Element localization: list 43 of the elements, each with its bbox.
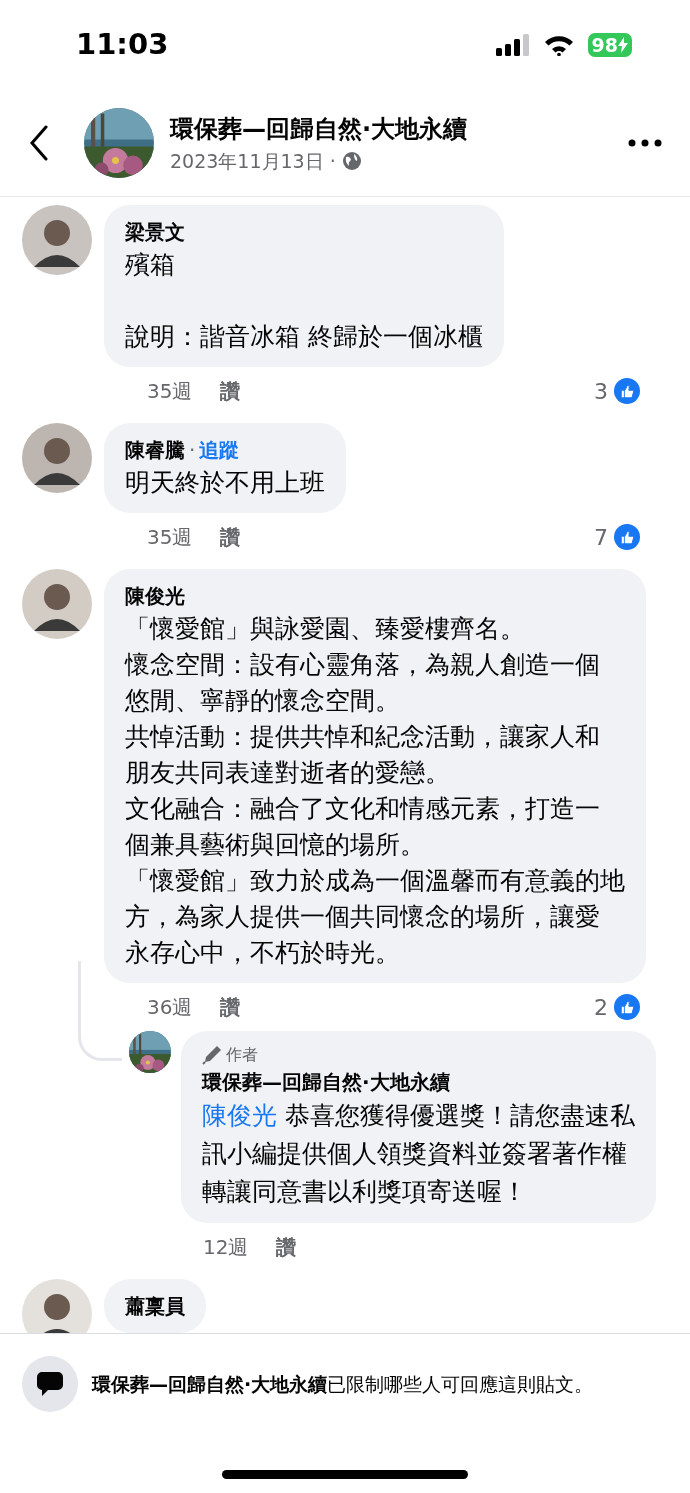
avatar[interactable] bbox=[22, 423, 92, 493]
comment-time: 36週 bbox=[147, 994, 193, 1021]
battery-indicator: 98 bbox=[587, 33, 632, 57]
globe-icon bbox=[341, 151, 362, 171]
dot-separator: · bbox=[188, 437, 197, 464]
comment-text: 「懷愛館」與詠愛園、臻愛樓齊名。 懷念空間：設有心靈角落，為親人創造一個 悠閒、寧靜的懷念空間。 共悼活動：提供共悼和紀念活動，讓家人和 朋友共同表達對逝者的愛戀。 文化融合：融合了文化和情感元素，打造一 個兼具藝術與回憶的場所。 「懷愛館」致力於成為一個溫馨而有意義的地 方，為家人提供一個共同懷念的場所，讓愛 永存心中，不朽於時光。 bbox=[125, 613, 625, 969]
reaction-count: 7 bbox=[594, 523, 608, 552]
like-link[interactable]: 讚 bbox=[220, 376, 241, 406]
author-label: 作者 bbox=[226, 1044, 258, 1066]
reaction-count: 2 bbox=[594, 993, 608, 1022]
follow-link[interactable]: 追蹤 bbox=[199, 435, 240, 465]
like-link[interactable]: 讚 bbox=[220, 522, 241, 552]
more-icon[interactable] bbox=[628, 139, 662, 147]
like-icon bbox=[614, 994, 640, 1020]
status-time: 11:03 bbox=[76, 26, 169, 64]
reaction-count: 3 bbox=[594, 377, 608, 406]
like-link[interactable]: 讚 bbox=[276, 1232, 297, 1262]
comment-text: 明天終於不用上班 bbox=[125, 467, 325, 499]
like-icon bbox=[614, 524, 640, 550]
comment-text: 陳俊光 恭喜您獲得優選獎！請您盡速私 訊小編提供個人領獎資料並簽署著作權 轉讓同意書以利獎項寄送喔！ bbox=[202, 1100, 635, 1208]
avatar[interactable] bbox=[22, 205, 92, 275]
post-date: 2023年11月13日 · bbox=[170, 148, 336, 174]
page-title: 環保葬—回歸自然·大地永續 bbox=[170, 113, 469, 145]
signal-icon bbox=[495, 34, 530, 56]
avatar[interactable] bbox=[22, 569, 92, 639]
like-link[interactable]: 讚 bbox=[220, 992, 241, 1022]
avatar[interactable] bbox=[22, 1279, 92, 1333]
comment-icon bbox=[22, 1356, 78, 1412]
commenter-name[interactable]: 環保葬—回歸自然·大地永續 bbox=[202, 1067, 635, 1097]
comment-text: 殯箱 說明：諧音冰箱 終歸於一個冰櫃 bbox=[125, 249, 483, 353]
comment-time: 35週 bbox=[147, 378, 193, 405]
like-icon bbox=[614, 378, 640, 404]
commenter-name[interactable]: 蕭稟員 bbox=[125, 1291, 185, 1321]
commenter-name[interactable]: 梁景文 bbox=[125, 217, 185, 247]
mention-link[interactable]: 陳俊光 bbox=[202, 1101, 277, 1130]
commenter-name[interactable]: 陳俊光 bbox=[125, 581, 185, 611]
back-icon[interactable] bbox=[28, 125, 50, 161]
restriction-notice: 環保葬—回歸自然·大地永續已限制哪些人可回應這則貼文。 bbox=[92, 1371, 594, 1397]
wifi-icon bbox=[543, 34, 574, 56]
comment-time: 12週 bbox=[203, 1234, 249, 1261]
comment-time: 35週 bbox=[147, 524, 193, 551]
pen-icon bbox=[202, 1045, 222, 1065]
commenter-name[interactable]: 陳睿騰 bbox=[125, 435, 185, 465]
